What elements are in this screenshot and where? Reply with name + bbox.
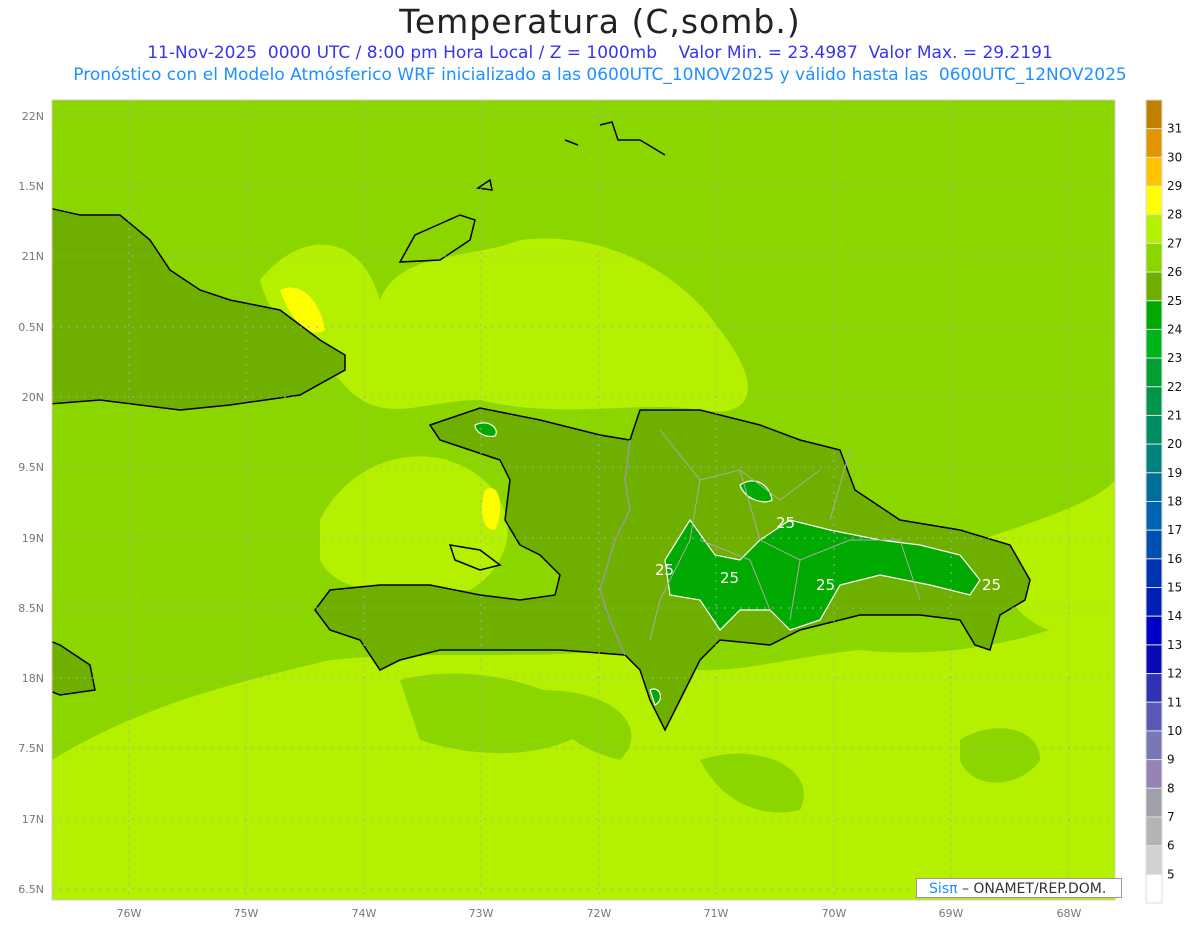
colorbar-label: 29: [1167, 179, 1182, 193]
colorbar-label: 9: [1167, 753, 1175, 767]
svg-text:7.5N: 7.5N: [18, 742, 44, 755]
colorbar-swatch: [1145, 558, 1163, 589]
colorbar-label: 7: [1167, 810, 1175, 824]
colorbar-swatch: [1145, 730, 1163, 761]
svg-text:70W: 70W: [822, 907, 847, 920]
contour-label: 25: [816, 576, 835, 594]
colorbar-label: 14: [1167, 609, 1182, 623]
colorbar-swatch: [1145, 673, 1163, 703]
contour-label: 25: [720, 569, 739, 587]
colorbar-label: 20: [1167, 437, 1182, 451]
colorbar-label: 8: [1167, 781, 1175, 795]
colorbar-label: 13: [1167, 638, 1182, 652]
colorbar-label: 6: [1167, 839, 1175, 853]
sispi-logo: Sisπ: [929, 881, 958, 897]
colorbar-swatch: [1145, 529, 1163, 560]
colorbar-label: 31: [1167, 122, 1182, 136]
colorbar-swatch: [1145, 271, 1163, 302]
svg-text:69W: 69W: [939, 907, 964, 920]
colorbar-label: 5: [1167, 867, 1175, 881]
svg-text:71W: 71W: [704, 907, 729, 920]
svg-text:21N: 21N: [22, 250, 44, 263]
colorbar-swatch: [1145, 787, 1163, 818]
colorbar-label: 11: [1167, 695, 1182, 709]
colorbar-label: 16: [1167, 552, 1182, 566]
colorbar-label: 26: [1167, 265, 1182, 279]
colorbar-label: 27: [1167, 236, 1182, 250]
colorbar-label: 25: [1167, 294, 1182, 308]
colorbar-swatch: [1145, 443, 1163, 474]
colorbar-swatch: [1145, 300, 1163, 330]
colorbar-label: 10: [1167, 724, 1182, 738]
svg-text:75W: 75W: [234, 907, 259, 920]
colorbar-swatch: [1145, 386, 1163, 416]
colorbar-label: 12: [1167, 667, 1182, 681]
svg-text:0.5N: 0.5N: [18, 321, 44, 334]
colorbar-label: 24: [1167, 322, 1182, 336]
svg-text:68W: 68W: [1057, 907, 1082, 920]
colorbar-label: 19: [1167, 466, 1182, 480]
svg-text:8.5N: 8.5N: [18, 602, 44, 615]
colorbar-swatch: [1145, 128, 1163, 158]
svg-text:18N: 18N: [22, 672, 44, 685]
credit-text: – ONAMET/REP.DOM.: [957, 881, 1107, 897]
colorbar-label: 21: [1167, 408, 1182, 422]
svg-text:74W: 74W: [352, 907, 377, 920]
contour-label: 25: [655, 561, 674, 579]
colorbar-swatch: [1145, 816, 1163, 847]
svg-text:1.5N: 1.5N: [18, 180, 44, 193]
colorbar-swatch: [1145, 242, 1163, 273]
svg-text:6.5N: 6.5N: [18, 883, 44, 896]
contour-label: 25: [982, 576, 1001, 594]
colorbar-swatch: [1145, 701, 1163, 732]
svg-text:19N: 19N: [22, 532, 44, 545]
svg-text:20N: 20N: [22, 391, 44, 404]
svg-text:76W: 76W: [117, 907, 142, 920]
svg-text:72W: 72W: [587, 907, 612, 920]
colorbar-swatch: [1145, 472, 1163, 503]
colorbar-swatch: [1145, 185, 1163, 216]
colorbar-swatch: [1145, 156, 1163, 187]
colorbar-legend: 31 30 29 28 27 26 25 24 23 22 21 20 19 18 17 16 15 14 13 12…: [1145, 99, 1182, 904]
colorbar-swatch: [1145, 587, 1163, 617]
colorbar-swatch: [1145, 759, 1163, 789]
svg-text:17N: 17N: [22, 813, 44, 826]
colorbar-swatch: [1145, 615, 1163, 646]
map-field: 25 25 25 25 25: [52, 100, 1115, 900]
colorbar-label: 28: [1167, 208, 1182, 222]
credit-badge: Sisπ – ONAMET/REP.DOM.: [916, 878, 1122, 898]
colorbar-swatch: [1145, 99, 1163, 130]
latitude-labels: 22N 1.5N 21N 0.5N 20N 9.5N 19N 8.5N 18N 7.5N 17N 6.…: [18, 110, 44, 896]
colorbar-label: 22: [1167, 380, 1182, 394]
colorbar-label: 18: [1167, 495, 1182, 509]
contour-label: 25: [776, 514, 795, 532]
colorbar-swatch: [1145, 873, 1163, 904]
colorbar-swatch: [1145, 357, 1163, 388]
colorbar-swatch: [1145, 644, 1163, 675]
colorbar-swatch: [1145, 501, 1163, 531]
colorbar-label: 15: [1167, 581, 1182, 595]
colorbar-label: 23: [1167, 351, 1182, 365]
svg-text:73W: 73W: [469, 907, 494, 920]
colorbar-swatch: [1145, 214, 1163, 244]
temperature-map: 25 25 25 25 25 76W 75W 74W 73W 72W 71W 70W 69W 6…: [18, 99, 1182, 920]
svg-text:22N: 22N: [22, 110, 44, 123]
colorbar-label: 30: [1167, 150, 1182, 164]
colorbar-swatch: [1145, 845, 1163, 875]
colorbar-swatch: [1145, 328, 1163, 359]
colorbar-swatch: [1145, 414, 1163, 445]
longitude-labels: 76W 75W 74W 73W 72W 71W 70W 69W 68W: [117, 907, 1082, 920]
colorbar-label: 17: [1167, 523, 1182, 537]
svg-text:9.5N: 9.5N: [18, 461, 44, 474]
